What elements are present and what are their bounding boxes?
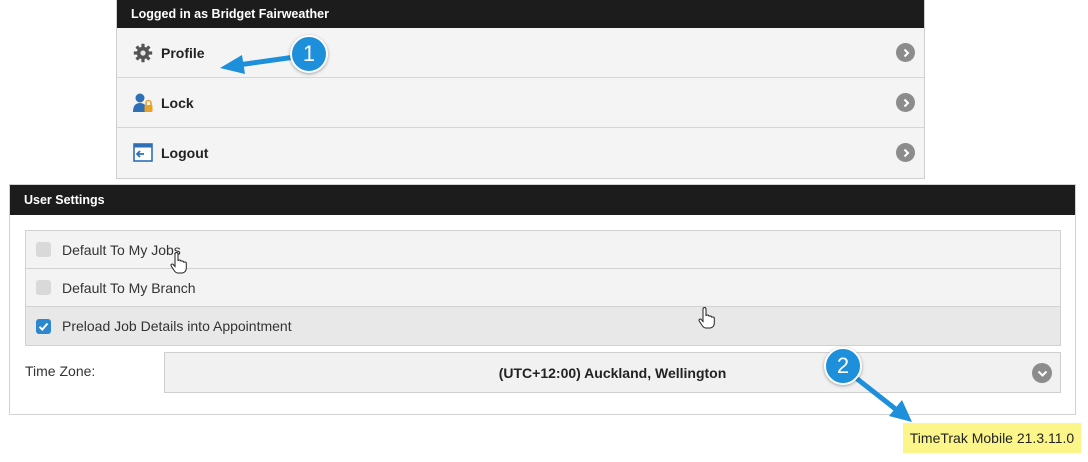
callout-arrow-2 bbox=[853, 375, 912, 422]
callout-arrow-1 bbox=[220, 54, 298, 74]
callout-badge-2: 2 bbox=[824, 347, 862, 385]
callout-arrows bbox=[220, 54, 912, 422]
callout-badge-1: 1 bbox=[290, 35, 328, 73]
